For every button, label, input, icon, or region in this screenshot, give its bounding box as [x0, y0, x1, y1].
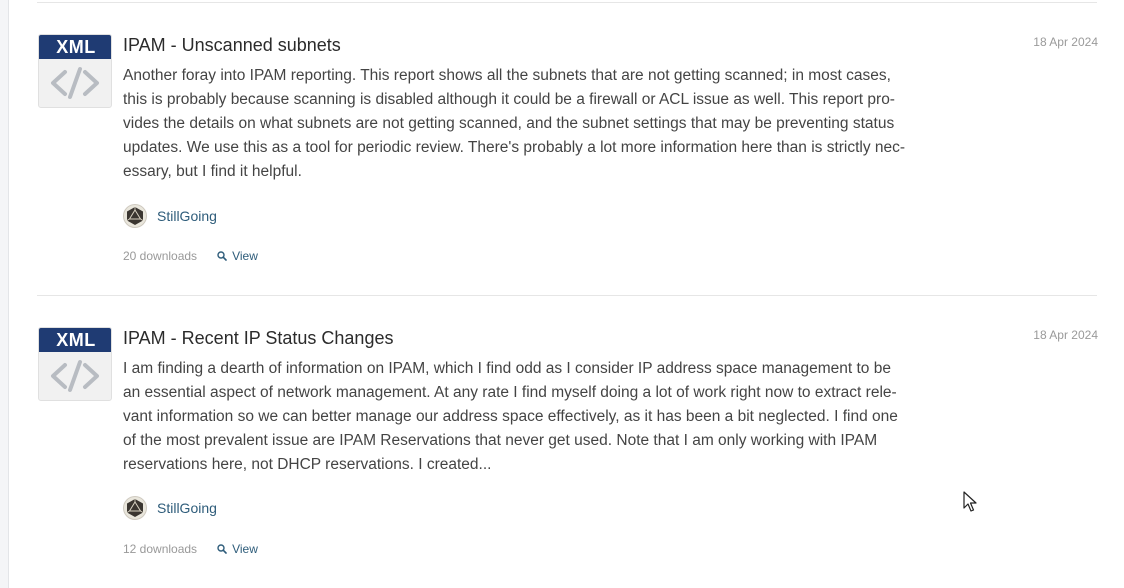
d20-dice-avatar-icon[interactable]: [123, 204, 147, 228]
description-line: of the most prevalent issue are IPAM Res…: [123, 432, 878, 449]
file-meta: 12 downloads View: [123, 541, 258, 557]
xml-file-icon[interactable]: XML: [38, 327, 112, 401]
xml-file-icon[interactable]: XML: [38, 34, 112, 108]
file-list-item: XML IPAM - Recent IP Status Changes 18 A…: [38, 327, 1098, 587]
mouse-pointer-icon: [963, 491, 977, 512]
file-type-label: XML: [39, 328, 111, 352]
file-date: 18 Apr 2024: [1033, 35, 1098, 49]
divider: [37, 2, 1097, 3]
file-meta: 20 downloads View: [123, 248, 258, 264]
downloads-list-page: XML IPAM - Unscanned subnets 18 Apr 2024…: [0, 0, 1124, 588]
divider: [37, 295, 1097, 296]
file-date: 18 Apr 2024: [1033, 328, 1098, 342]
view-label: View: [232, 249, 258, 263]
author-link[interactable]: StillGoing: [157, 208, 217, 224]
d20-dice-avatar-icon[interactable]: [123, 496, 147, 520]
description-line: an essential aspect of network managemen…: [123, 384, 897, 401]
file-description: I am finding a dearth of information on …: [123, 357, 935, 477]
magnifier-icon: [217, 544, 227, 554]
description-line: reservations here, not DHCP reservations…: [123, 456, 492, 473]
description-line: Another foray into IPAM reporting. This …: [123, 67, 891, 84]
description-line: essary, but I find it helpful.: [123, 163, 302, 180]
file-description: Another foray into IPAM reporting. This …: [123, 64, 935, 184]
file-list-item: XML IPAM - Unscanned subnets 18 Apr 2024…: [38, 34, 1098, 294]
magnifier-icon: [217, 251, 227, 261]
author-row: StillGoing: [123, 203, 217, 229]
view-label: View: [232, 542, 258, 556]
download-count: 20 downloads: [123, 249, 198, 263]
description-line: updates. We use this as a tool for perio…: [123, 139, 906, 156]
file-type-label: XML: [39, 35, 111, 59]
code-brackets-icon: [51, 67, 99, 99]
author-link[interactable]: StillGoing: [157, 500, 217, 516]
author-row: StillGoing: [123, 495, 217, 521]
file-title-link[interactable]: IPAM - Unscanned subnets: [123, 34, 341, 56]
file-title-link[interactable]: IPAM - Recent IP Status Changes: [123, 327, 393, 349]
description-line: this is probably because scanning is dis…: [123, 91, 895, 108]
code-brackets-icon: [51, 360, 99, 392]
description-line: vides the details on what subnets are no…: [123, 115, 895, 132]
view-link[interactable]: View: [217, 249, 258, 263]
download-count: 12 downloads: [123, 542, 198, 556]
description-line: vant information so we can better manage…: [123, 408, 898, 425]
view-link[interactable]: View: [217, 542, 258, 556]
description-line: I am finding a dearth of information on …: [123, 360, 891, 377]
sidebar-edge: [0, 0, 9, 588]
